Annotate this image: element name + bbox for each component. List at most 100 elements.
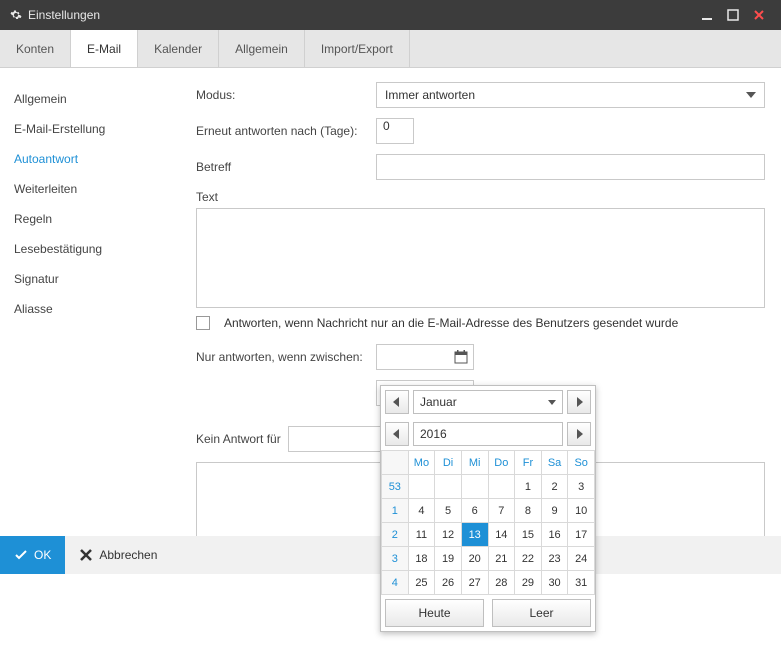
- calendar-day[interactable]: 26: [435, 571, 462, 595]
- calendar-day[interactable]: 10: [568, 499, 595, 523]
- calendar-day: [408, 475, 435, 499]
- calendar-day[interactable]: 14: [488, 523, 515, 547]
- text-label: Text: [196, 190, 376, 204]
- calendar-day[interactable]: 29: [515, 571, 542, 595]
- only-between-label: Nur antworten, wenn zwischen:: [196, 350, 376, 364]
- prev-year-button[interactable]: [385, 422, 409, 446]
- cancel-label: Abbrechen: [99, 548, 157, 562]
- day-header: Sa: [541, 451, 568, 475]
- calendar-day[interactable]: 7: [488, 499, 515, 523]
- calendar-day[interactable]: 27: [461, 571, 488, 595]
- clear-button[interactable]: Leer: [492, 599, 591, 627]
- modus-select[interactable]: Immer antworten: [376, 82, 765, 108]
- week-number: 53: [382, 475, 409, 499]
- year-input[interactable]: 2016: [413, 422, 563, 446]
- year-value: 2016: [420, 427, 447, 441]
- calendar-day[interactable]: 5: [435, 499, 462, 523]
- sidebar-item-regeln[interactable]: Regeln: [0, 204, 180, 234]
- calendar-icon[interactable]: [453, 349, 469, 365]
- week-number: 2: [382, 523, 409, 547]
- day-header: Fr: [515, 451, 542, 475]
- week-number: 3: [382, 547, 409, 571]
- modus-label: Modus:: [196, 88, 376, 102]
- calendar-day[interactable]: 2: [541, 475, 568, 499]
- calendar-day[interactable]: 30: [541, 571, 568, 595]
- tab-allgemein[interactable]: Allgemein: [219, 30, 305, 67]
- week-number-header: [382, 451, 409, 475]
- no-answer-for-label: Kein Antwort für: [196, 432, 288, 446]
- calendar-day[interactable]: 22: [515, 547, 542, 571]
- tab-konten[interactable]: Konten: [0, 30, 71, 67]
- day-header: So: [568, 451, 595, 475]
- calendar-day[interactable]: 6: [461, 499, 488, 523]
- date-picker: Januar 2016 MoDiMiDoFrSaSo 5312314567891…: [380, 385, 596, 632]
- reply-only-to-user-label: Antworten, wenn Nachricht nur an die E-M…: [224, 316, 678, 330]
- tab-kalender[interactable]: Kalender: [138, 30, 219, 67]
- calendar-day[interactable]: 28: [488, 571, 515, 595]
- next-month-button[interactable]: [567, 390, 591, 414]
- date-from-input[interactable]: [376, 344, 474, 370]
- modus-value: Immer antworten: [385, 88, 475, 102]
- tab-e-mail[interactable]: E-Mail: [71, 30, 138, 67]
- subject-input[interactable]: [376, 154, 765, 180]
- tab-import-export[interactable]: Import/Export: [305, 30, 410, 67]
- calendar-day[interactable]: 15: [515, 523, 542, 547]
- calendar-day[interactable]: 23: [541, 547, 568, 571]
- minimize-button[interactable]: [695, 3, 719, 27]
- window-title: Einstellungen: [28, 8, 693, 22]
- calendar-day[interactable]: 31: [568, 571, 595, 595]
- cancel-button[interactable]: Abbrechen: [65, 536, 171, 574]
- gear-icon: [10, 9, 22, 21]
- calendar-day[interactable]: 16: [541, 523, 568, 547]
- reanswer-label: Erneut antworten nach (Tage):: [196, 124, 376, 138]
- close-icon: [79, 548, 93, 562]
- day-header: Di: [435, 451, 462, 475]
- subject-label: Betreff: [196, 160, 376, 174]
- week-number: 4: [382, 571, 409, 595]
- reanswer-days-input[interactable]: 0: [376, 118, 414, 144]
- calendar-day[interactable]: 12: [435, 523, 462, 547]
- calendar-day: [435, 475, 462, 499]
- calendar-day[interactable]: 13: [461, 523, 488, 547]
- tab-strip: KontenE-MailKalenderAllgemeinImport/Expo…: [0, 30, 781, 68]
- sidebar-item-autoantwort[interactable]: Autoantwort: [0, 144, 180, 174]
- calendar-day[interactable]: 20: [461, 547, 488, 571]
- calendar-day[interactable]: 8: [515, 499, 542, 523]
- chevron-down-icon: [548, 400, 556, 405]
- prev-month-button[interactable]: [385, 390, 409, 414]
- sidebar-item-aliasse[interactable]: Aliasse: [0, 294, 180, 324]
- close-button[interactable]: [747, 3, 771, 27]
- calendar-day[interactable]: 18: [408, 547, 435, 571]
- calendar-day[interactable]: 24: [568, 547, 595, 571]
- calendar-day[interactable]: 9: [541, 499, 568, 523]
- sidebar-item-lesebest-tigung[interactable]: Lesebestätigung: [0, 234, 180, 264]
- week-number: 1: [382, 499, 409, 523]
- calendar-day[interactable]: 11: [408, 523, 435, 547]
- day-header: Mo: [408, 451, 435, 475]
- month-select[interactable]: Januar: [413, 390, 563, 414]
- ok-button[interactable]: OK: [0, 536, 65, 574]
- calendar-day[interactable]: 1: [515, 475, 542, 499]
- day-header: Do: [488, 451, 515, 475]
- calendar-day[interactable]: 25: [408, 571, 435, 595]
- today-button[interactable]: Heute: [385, 599, 484, 627]
- calendar-day[interactable]: 4: [408, 499, 435, 523]
- day-header: Mi: [461, 451, 488, 475]
- ok-label: OK: [34, 548, 51, 562]
- month-value: Januar: [420, 395, 457, 409]
- calendar-day[interactable]: 3: [568, 475, 595, 499]
- sidebar-item-allgemein[interactable]: Allgemein: [0, 84, 180, 114]
- calendar-day[interactable]: 17: [568, 523, 595, 547]
- check-icon: [14, 548, 28, 562]
- maximize-button[interactable]: [721, 3, 745, 27]
- text-textarea[interactable]: [196, 208, 765, 308]
- calendar-day: [488, 475, 515, 499]
- calendar-day[interactable]: 21: [488, 547, 515, 571]
- reply-only-to-user-checkbox[interactable]: [196, 316, 210, 330]
- calendar-day[interactable]: 19: [435, 547, 462, 571]
- sidebar-item-e-mail-erstellung[interactable]: E-Mail-Erstellung: [0, 114, 180, 144]
- chevron-down-icon: [746, 92, 756, 98]
- sidebar-item-signatur[interactable]: Signatur: [0, 264, 180, 294]
- sidebar-item-weiterleiten[interactable]: Weiterleiten: [0, 174, 180, 204]
- next-year-button[interactable]: [567, 422, 591, 446]
